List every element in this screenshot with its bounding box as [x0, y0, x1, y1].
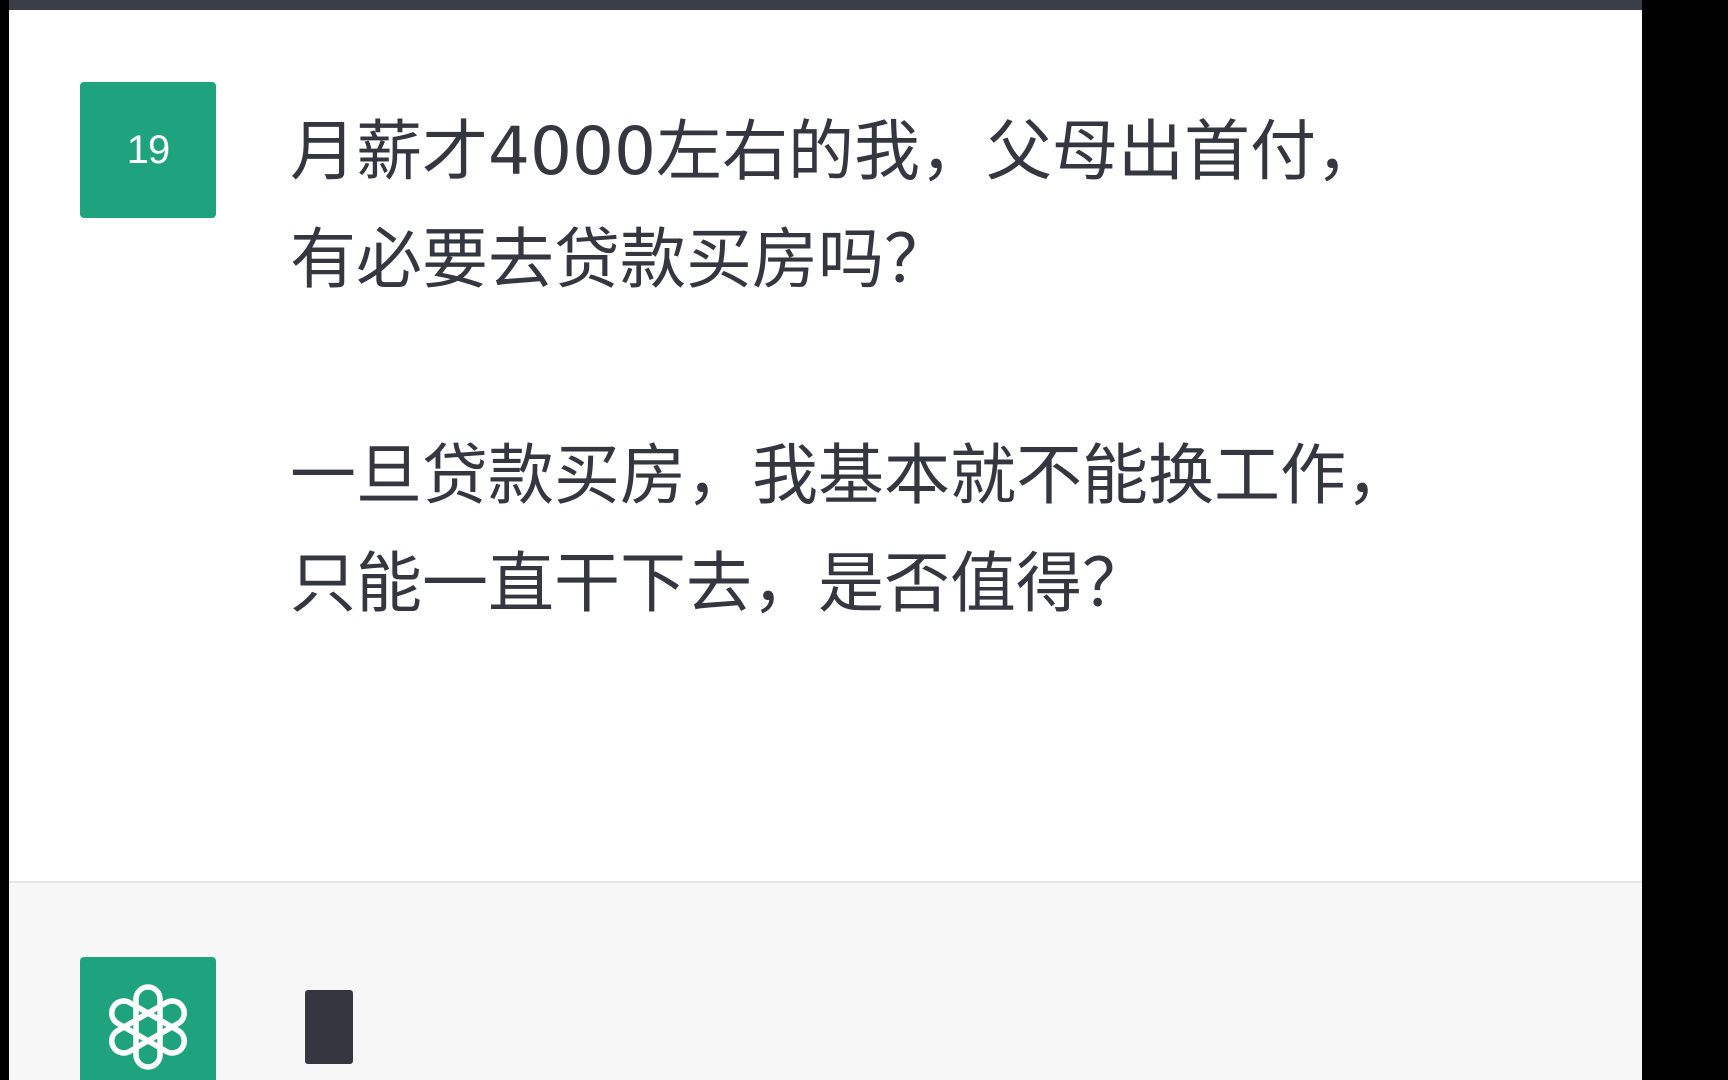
assistant-message [9, 883, 1642, 1080]
user-message: 19 月薪才4000左右的我，父母出首付， 有必要去贷款买房吗？ 一旦贷款买房，… [9, 10, 1642, 882]
message-line: 只能一直干下去，是否值得？ [290, 545, 1148, 622]
message-line: 月薪才4000左右的我，父母出首付， [290, 113, 1382, 190]
typing-cursor [305, 990, 353, 1064]
message-paragraph: 月薪才4000左右的我，父母出首付， 有必要去贷款买房吗？ [290, 98, 1590, 314]
openai-logo-icon [109, 984, 187, 1070]
assistant-avatar [80, 957, 216, 1080]
message-paragraph: 一旦贷款买房，我基本就不能换工作， 只能一直干下去，是否值得？ [290, 422, 1590, 638]
message-line: 有必要去贷款买房吗？ [290, 221, 950, 298]
right-edge [1642, 0, 1728, 1080]
chat-window: 19 月薪才4000左右的我，父母出首付， 有必要去贷款买房吗？ 一旦贷款买房，… [9, 0, 1642, 1080]
top-bar [9, 0, 1642, 10]
user-message-text: 月薪才4000左右的我，父母出首付， 有必要去贷款买房吗？ 一旦贷款买房，我基本… [290, 98, 1590, 638]
user-avatar-text: 19 [126, 127, 170, 172]
user-avatar: 19 [80, 82, 216, 218]
message-line: 一旦贷款买房，我基本就不能换工作， [290, 437, 1412, 514]
